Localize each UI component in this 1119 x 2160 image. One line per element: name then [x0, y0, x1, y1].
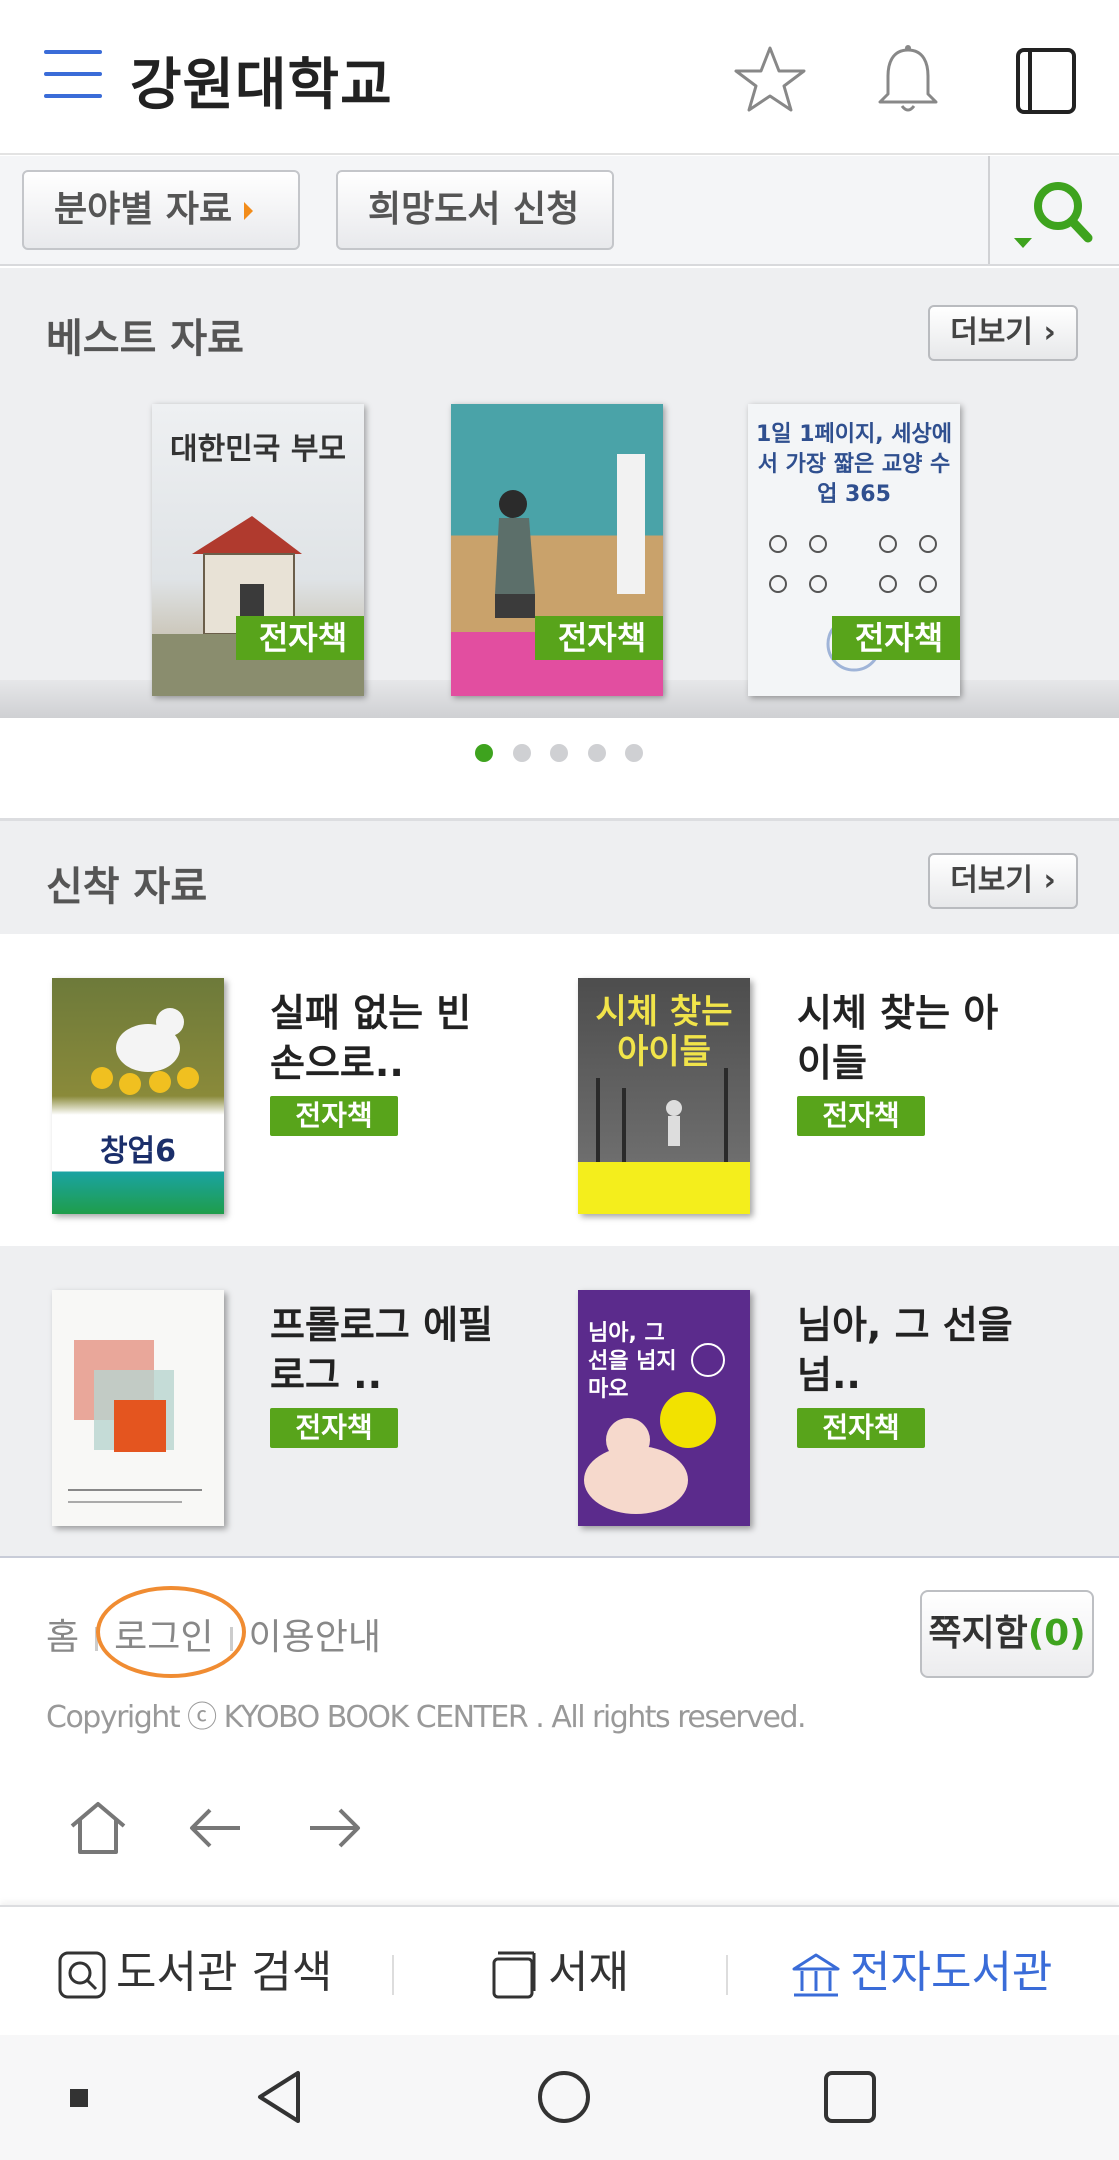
bell-icon[interactable]: [868, 40, 948, 120]
best-materials-section: 베스트 자료 더보기 › 대한민국 부모 전자책 전자책 1일 1페이지, 세상…: [0, 268, 1119, 718]
bookshelf-icon: [492, 1951, 536, 1999]
field-materials-label: 분야별 자료: [54, 189, 233, 230]
pager-dot[interactable]: [588, 744, 606, 762]
best-section-title: 베스트 자료: [46, 316, 244, 362]
message-count: (0): [1027, 1613, 1086, 1654]
best-book-3[interactable]: 1일 1페이지, 세상에서 가장 짧은 교양 수업 365 전자책: [748, 404, 960, 696]
pager-dot[interactable]: [625, 744, 643, 762]
people-illustration: [584, 1343, 725, 1514]
square-dot-icon[interactable]: [70, 2089, 88, 2107]
book-request-label: 희망도서 신청: [368, 189, 580, 230]
arrow-right-icon: [244, 202, 254, 220]
back-arrow-icon[interactable]: [184, 1796, 248, 1860]
tab-e-library[interactable]: 전자도서관: [790, 1943, 1052, 2003]
divider: [726, 1955, 728, 1995]
pager-dot[interactable]: [513, 744, 531, 762]
ebook-tag: 전자책: [270, 1096, 398, 1136]
home-icon[interactable]: [66, 1796, 130, 1860]
search-icon: [58, 1951, 106, 1999]
more-label: 더보기: [950, 315, 1033, 350]
tab-bookshelf[interactable]: 서재: [488, 1943, 629, 2003]
best-book-1[interactable]: 대한민국 부모 전자책: [152, 404, 364, 696]
more-label: 더보기: [950, 863, 1033, 898]
pager-dot[interactable]: [550, 744, 568, 762]
forest-illustration: [596, 1068, 728, 1162]
bottom-tab-bar: 도서관 검색 서재 전자도서관: [0, 1905, 1119, 2035]
new-book-cover[interactable]: 창업6: [52, 978, 224, 1214]
footer: 홈 로그인 이용안내 쪽지함(0) Copyright ⓒ KYOBO BOOK C…: [0, 1560, 1119, 1905]
quick-menu-bar: 분야별 자료 희망도서 신청: [0, 156, 1119, 296]
highlight-circle: [96, 1586, 247, 1678]
new-materials-header: 신착 자료 더보기 ›: [0, 818, 1119, 934]
system-nav-bar: [0, 2035, 1119, 2160]
ebook-tag: 전자책: [535, 616, 663, 660]
forward-arrow-icon[interactable]: [302, 1796, 366, 1860]
divider: [392, 1955, 394, 1995]
ebook-tag: 전자책: [797, 1096, 925, 1136]
footer-links: 홈 로그인 이용안내: [46, 1586, 381, 1678]
recents-icon[interactable]: [818, 2065, 882, 2129]
new-section-title: 신착 자료: [46, 864, 208, 910]
tab-library-search[interactable]: 도서관 검색: [56, 1943, 332, 2003]
library-icon: [792, 1953, 840, 1997]
search-icon[interactable]: [1010, 176, 1100, 256]
new-book-cover[interactable]: 님아, 그 선을 넘지 마오: [578, 1290, 750, 1526]
field-materials-button[interactable]: 분야별 자료: [22, 170, 300, 250]
tab-bookshelf-label: 서재: [548, 1947, 629, 1998]
home-link[interactable]: 홈: [46, 1608, 79, 1660]
guide-link[interactable]: 이용안내: [249, 1608, 381, 1660]
message-box-button[interactable]: 쪽지함(0): [920, 1590, 1094, 1678]
new-book-title[interactable]: 실패 없는 빈손으로..: [270, 988, 500, 1088]
best-book-2[interactable]: 전자책: [451, 404, 663, 696]
new-book-title[interactable]: 프롤로그 에필로그 ..: [270, 1300, 500, 1400]
back-icon[interactable]: [248, 2065, 312, 2129]
duck-illustration: [91, 1008, 199, 1095]
squares-illustration: [68, 1340, 202, 1503]
pager-dot[interactable]: [475, 744, 493, 762]
ebook-tag: 전자책: [797, 1408, 925, 1448]
new-book-cover[interactable]: 시체 찾는 아이들: [578, 978, 750, 1214]
book-icon[interactable]: [1006, 40, 1086, 120]
carousel-pager: [0, 718, 1119, 818]
ebook-tag: 전자책: [832, 616, 960, 660]
new-more-button[interactable]: 더보기 ›: [928, 853, 1078, 909]
message-box-label: 쪽지함: [928, 1613, 1028, 1654]
tab-library-search-label: 도서관 검색: [116, 1947, 333, 1998]
book-cover-text: 창업6: [99, 1134, 177, 1169]
app-header: 강원대학교: [0, 0, 1119, 155]
new-book-cover[interactable]: [52, 1290, 224, 1526]
menu-icon[interactable]: [44, 50, 102, 100]
page-title: 강원대학교: [130, 53, 393, 118]
login-link[interactable]: 로그인: [96, 1586, 247, 1678]
star-icon[interactable]: [730, 40, 810, 120]
new-books-row: 프롤로그 에필로그 .. 전자책 님아, 그 선을 넘지 마오 님아, 그 선을…: [0, 1246, 1119, 1558]
ebook-tag: 전자책: [270, 1408, 398, 1448]
home-circle-icon[interactable]: [532, 2065, 596, 2129]
book-request-button[interactable]: 희망도서 신청: [336, 170, 614, 296]
ebook-tag: 전자책: [236, 616, 364, 660]
divider: [988, 156, 990, 264]
copyright-text: Copyright ⓒ KYOBO BOOK CENTER . All righ…: [46, 1700, 807, 1735]
best-more-button[interactable]: 더보기 ›: [928, 305, 1078, 361]
new-books-row: 창업6 실패 없는 빈손으로.. 전자책 시체 찾는 아이들 시체 찾는 아이들…: [0, 934, 1119, 1246]
new-book-title[interactable]: 님아, 그 선을 넘..: [797, 1300, 1027, 1400]
new-book-title[interactable]: 시체 찾는 아이들: [797, 988, 1027, 1088]
tab-e-library-label: 전자도서관: [850, 1947, 1053, 1998]
